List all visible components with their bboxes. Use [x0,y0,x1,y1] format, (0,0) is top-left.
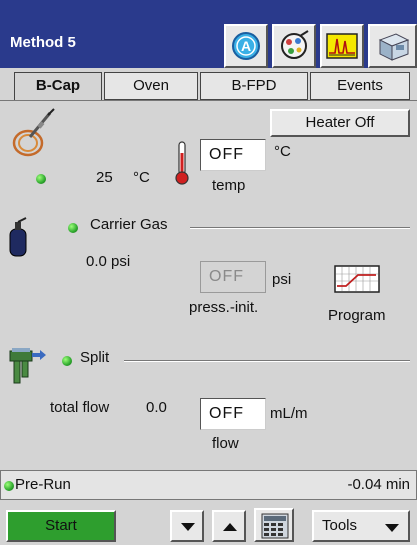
keypad-icon [261,513,289,539]
split-flow-field[interactable]: OFF [200,398,266,430]
program-graph-icon [334,265,380,293]
carrier-section-divider [190,227,410,229]
start-button[interactable]: Start [6,510,116,542]
program-button[interactable]: Program [326,263,406,333]
tab-b-fpd[interactable]: B-FPD [200,72,308,100]
split-flow-caption: flow [212,435,239,452]
carrier-actual-value: 0.0 psi [86,253,131,270]
run-time: -0.04 min [347,476,410,493]
status-bar: Pre-Run -0.04 min [0,470,417,500]
gas-cylinder-icon [9,217,27,257]
chromatogram-icon [326,33,358,59]
detector-icon [281,30,309,59]
total-flow-label: total flow [50,399,110,416]
chromatogram-button[interactable] [320,24,364,68]
temp-setpoint-field[interactable]: OFF [200,139,266,171]
instrument-button[interactable] [368,24,417,68]
tab-b-cap[interactable]: B-Cap [14,72,102,102]
instrument-icon [378,33,409,61]
heater-actual-unit: °C [133,169,150,186]
thermometer-icon [175,141,189,185]
tab-events[interactable]: Events [310,72,410,100]
temp-setpoint-caption: temp [212,177,246,194]
arrow-down-icon [181,523,195,531]
settings-panel: Heater Off 25 °C OFF °C temp Carrier Gas… [0,100,417,470]
split-section-divider [124,360,410,362]
method-title: Method 5 [10,34,76,51]
arrow-up-icon [223,523,237,531]
tools-menu-button[interactable]: Tools [312,510,410,542]
chevron-down-icon [385,524,399,532]
heater-off-button[interactable]: Heater Off [270,109,410,137]
capillary-column-icon [12,108,55,157]
pressure-init-field[interactable]: OFF [200,261,266,293]
carrier-section-label: Carrier Gas [90,216,168,233]
tab-strip: B-Cap Oven B-FPD Events [0,68,417,102]
pressure-init-caption: press.-init. [189,299,259,316]
temp-setpoint-unit: °C [274,143,291,160]
total-flow-value: 0.0 [146,399,167,416]
run-state-led [4,481,14,491]
carrier-status-led [68,223,78,233]
pressure-unit: psi [272,271,292,288]
bottom-toolbar: Start Tools [0,500,417,545]
keypad-button[interactable] [254,508,294,542]
scroll-down-button[interactable] [170,510,204,542]
heater-status-led [36,174,46,184]
split-inlet-icon [9,348,46,384]
heater-actual-value: 25 [96,169,113,186]
split-flow-unit: mL/m [270,405,308,422]
a-badge-icon: A [232,32,260,60]
detector-button[interactable] [272,24,316,68]
svg-text:A: A [241,38,251,54]
tools-label: Tools [322,517,358,534]
title-bar: Method 5 A [0,0,417,68]
autosampler-button[interactable]: A [224,24,268,68]
tab-oven[interactable]: Oven [104,72,198,100]
run-state: Pre-Run [15,476,71,493]
split-status-led [62,356,72,366]
split-section-label: Split [80,349,110,366]
scroll-up-button[interactable] [212,510,246,542]
program-label: Program [328,307,386,324]
